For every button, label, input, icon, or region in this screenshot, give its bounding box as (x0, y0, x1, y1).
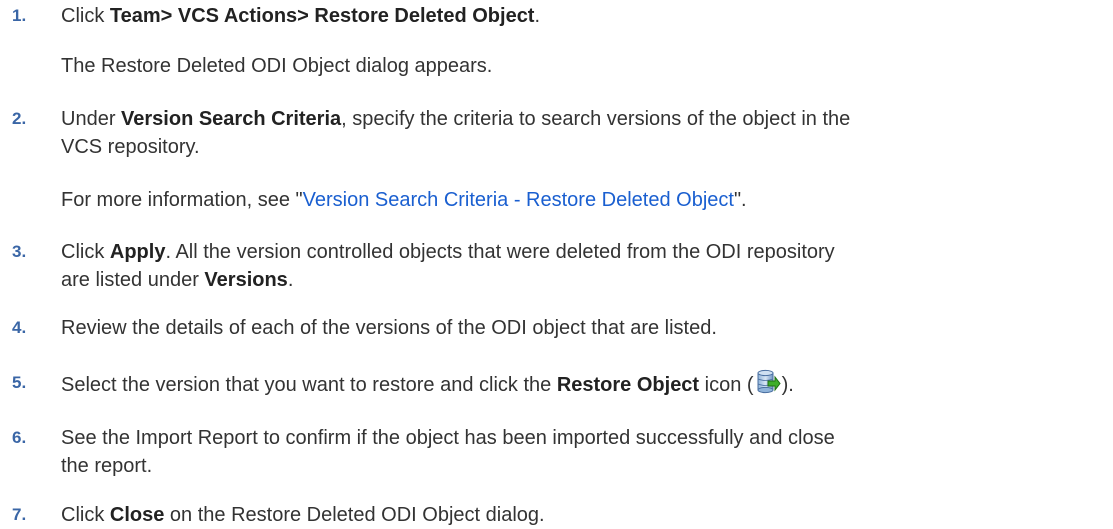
step-text: Under Version Search Criteria, specify t… (61, 108, 851, 158)
restore-object-label: Restore Object (556, 374, 700, 396)
version-search-criteria-link[interactable]: Version Search Criteria - Restore Delete… (303, 189, 734, 211)
step-text: Select the version that you want to rest… (61, 369, 1100, 399)
step-number: 3. (12, 242, 27, 261)
step-2-more-info: For more information, see "Version Searc… (61, 189, 747, 211)
step-number: 2. (12, 109, 27, 128)
apply-label: Apply (109, 241, 166, 263)
step-text: Review the details of each of the versio… (61, 317, 717, 339)
step-text: See the Import Report to confirm if the … (61, 427, 835, 477)
versions-label: Versions (204, 269, 288, 291)
restore-object-icon (755, 369, 781, 395)
step-number: 4. (12, 318, 27, 337)
close-label: Close (109, 504, 165, 526)
section-name: Version Search Criteria (121, 108, 342, 130)
step-number: 5. (12, 373, 27, 392)
step-text: Click Close on the Restore Deleted ODI O… (61, 504, 545, 526)
step-number: 7. (12, 505, 27, 524)
step-text: Click Team> VCS Actions> Restore Deleted… (61, 5, 541, 27)
step-number: 6. (12, 428, 27, 447)
step-number: 1. (12, 6, 27, 25)
step-1-result: The Restore Deleted ODI Object dialog ap… (61, 55, 493, 77)
menu-path: Team> VCS Actions> Restore Deleted Objec… (109, 5, 535, 27)
step-text: Click Apply. All the version controlled … (61, 241, 835, 291)
procedure-steps: 1. Click Team> VCS Actions> Restore Dele… (0, 0, 1113, 529)
